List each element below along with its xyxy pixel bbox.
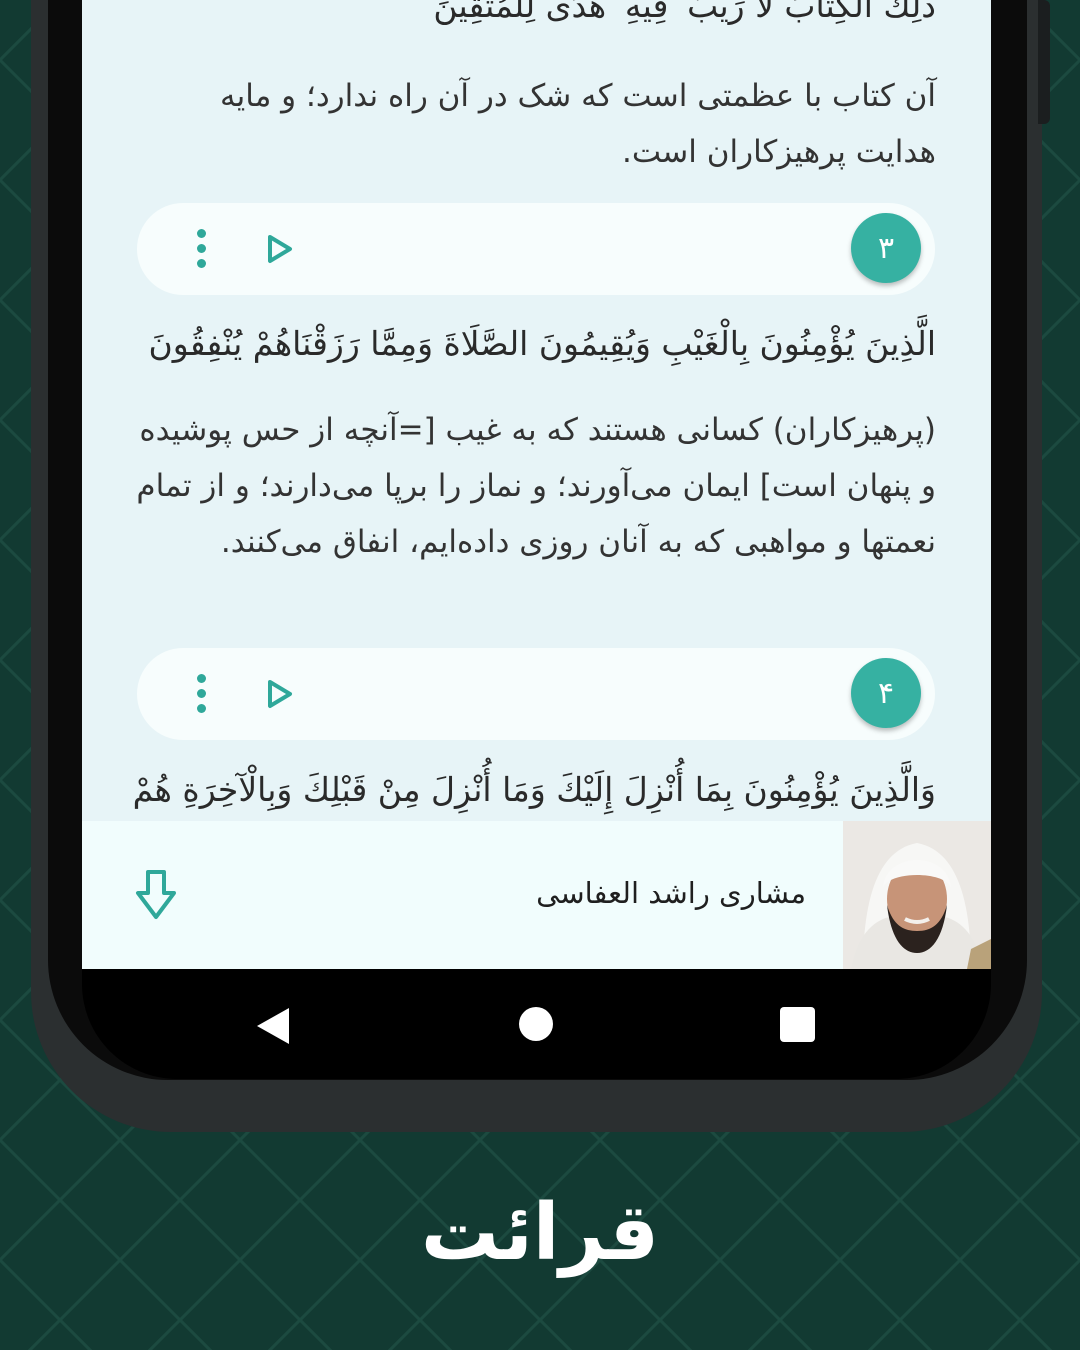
verse-2-arabic: ذَٰلِكَ الْكِتَابُ لَا رَيْبَ ۛ فِيهِ ۛ … (433, 0, 936, 25)
verse-3-arabic: الَّذِينَ يُؤْمِنُونَ بِالْغَيْبِ وَيُقِ… (148, 324, 936, 363)
back-icon[interactable] (255, 1006, 291, 1046)
recents-icon[interactable] (780, 1007, 815, 1042)
ayah-number-badge: ۳ (851, 213, 921, 283)
verse-3-translation: (پرهیزکاران) کسانی هستند که به غیب [=آنچ… (136, 412, 936, 560)
reciter-name: مشاری راشد العفاسی (536, 876, 806, 910)
reciter-avatar (843, 821, 991, 969)
play-icon[interactable] (265, 233, 295, 265)
app-screen: ذَٰلِكَ الْكِتَابُ لَا رَيْبَ ۛ فِيهِ ۛ … (82, 0, 991, 969)
ayah-number-badge: ۴ (851, 658, 921, 728)
feature-caption: قرائت (420, 1188, 660, 1278)
arrow-down-icon[interactable] (134, 869, 178, 921)
verse-2-translation: آن کتاب با عظمتی است که شک در آن راه ندا… (220, 78, 936, 170)
play-icon[interactable] (265, 678, 295, 710)
audio-player-bar[interactable]: مشاری راشد العفاسی (82, 821, 991, 969)
home-icon[interactable] (519, 1007, 553, 1041)
verse-4-arabic: وَالَّذِينَ يُؤْمِنُونَ بِمَا أُنْزِلَ إ… (132, 770, 936, 809)
phone-side-button (1038, 0, 1050, 124)
ayah-toolbar-4: ۴ (137, 648, 935, 740)
more-vertical-icon[interactable] (193, 229, 209, 269)
more-vertical-icon[interactable] (193, 674, 209, 714)
ayah-toolbar-3: ۳ (137, 203, 935, 295)
system-nav-bar (82, 969, 991, 1079)
